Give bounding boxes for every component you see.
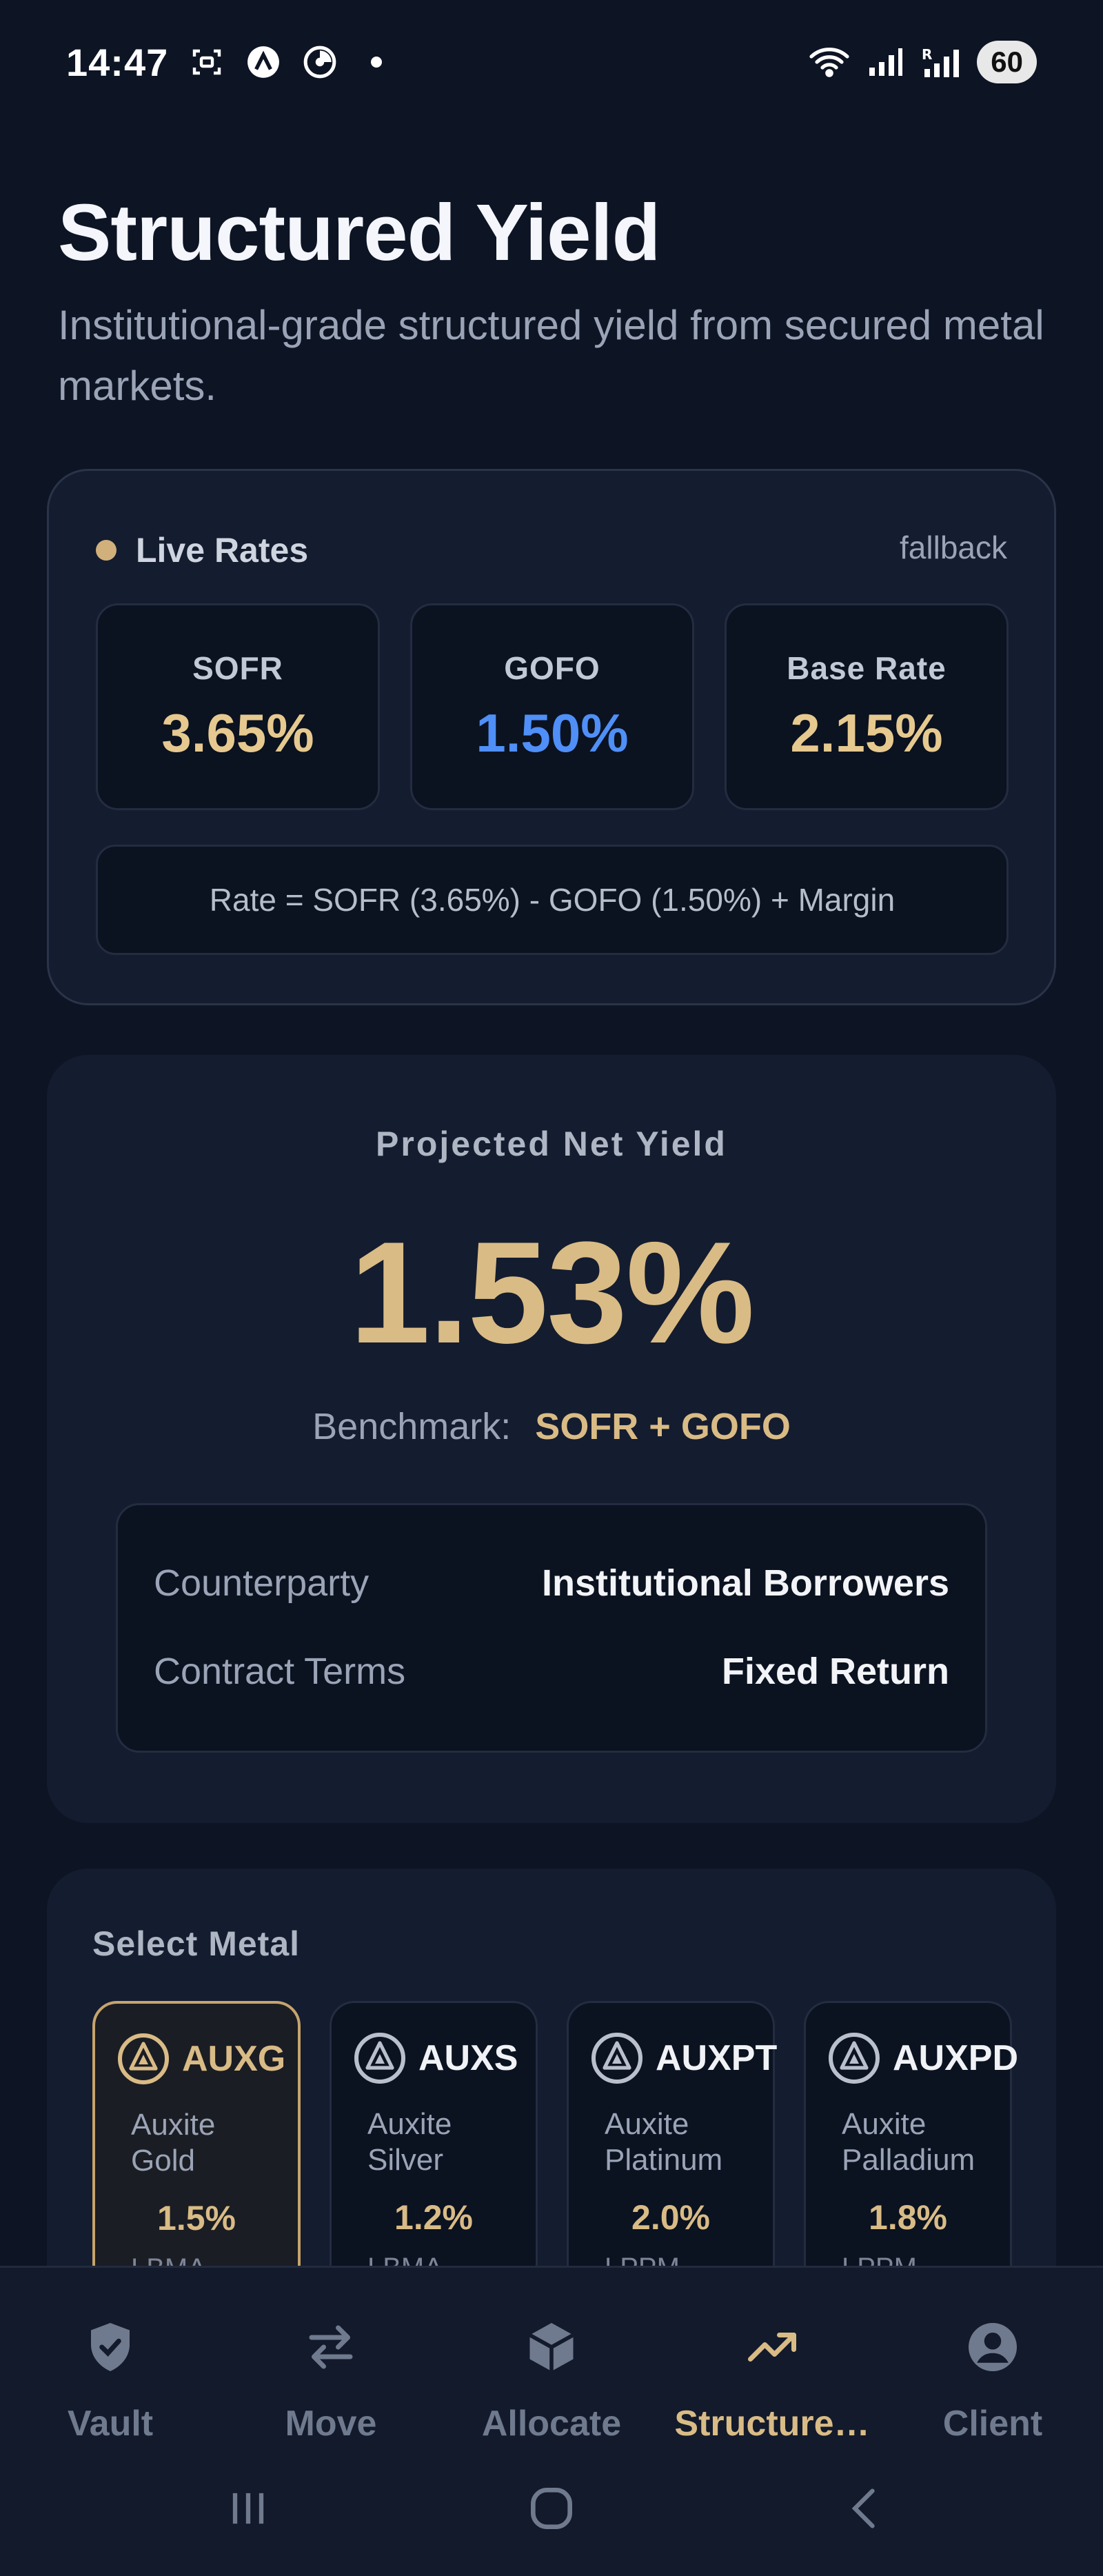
metal-coin-icon: [589, 2031, 645, 2086]
rate-box-gofo: GOFO 1.50%: [410, 603, 694, 810]
detail-row-counterparty: Counterparty Institutional Borrowers: [154, 1562, 949, 1604]
nav-label: Client: [942, 2404, 1043, 2444]
status-right: R 60: [807, 41, 1037, 83]
screenshot-icon: [189, 44, 225, 80]
metal-coin-icon: [827, 2031, 882, 2086]
page-subtitle: Institutional-grade structured yield fro…: [58, 302, 1044, 409]
live-rates-card: Live Rates fallback SOFR 3.65% GOFO 1.50…: [47, 469, 1056, 1005]
status-time: 14:47: [66, 40, 169, 84]
benchmark-label: Benchmark:: [312, 1406, 512, 1447]
recent-apps-icon[interactable]: [207, 2474, 290, 2543]
shield-check-icon: [79, 2316, 141, 2378]
rate-formula: Rate = SOFR (3.65%) - GOFO (1.50%) + Mar…: [96, 845, 1009, 955]
nav-item-move[interactable]: Move: [221, 2316, 441, 2444]
tile-head: AUXPT: [569, 2031, 777, 2086]
metal-symbol: AUXG: [182, 2039, 286, 2079]
wifi-icon: [807, 44, 851, 80]
metal-tile-auxg[interactable]: AUXG Auxite Gold 1.5% LBMA: [92, 2001, 301, 2304]
benchmark-value: SOFR + GOFO: [535, 1406, 791, 1447]
rate-value: 1.50%: [476, 702, 629, 763]
rate-label: SOFR: [192, 650, 283, 686]
tile-head: AUXG: [95, 2031, 298, 2086]
back-icon[interactable]: [824, 2474, 907, 2543]
detail-row-contract-terms: Contract Terms Fixed Return: [154, 1650, 949, 1693]
app-b-icon: [302, 44, 338, 80]
live-status-dot: [96, 540, 117, 561]
svg-text:R: R: [922, 46, 932, 63]
projected-yield-label: Projected Net Yield: [376, 1125, 727, 1163]
detail-value: Fixed Return: [721, 1651, 949, 1692]
rate-box-sofr: SOFR 3.65%: [96, 603, 380, 810]
metal-name: Auxite Palladium: [842, 2107, 975, 2177]
status-bar: 14:47 R 60: [0, 0, 1103, 124]
metal-tile-auxpd[interactable]: AUXPD Auxite Palladium 1.8% LPPM: [804, 2001, 1018, 2304]
metal-coin-icon: [116, 2031, 171, 2086]
nav-label: Vault: [67, 2404, 154, 2444]
metal-symbol: AUXPD: [893, 2038, 1019, 2078]
rate-value: 2.15%: [790, 702, 943, 763]
metal-name: Auxite Gold: [131, 2108, 216, 2177]
nav-item-vault[interactable]: Vault: [0, 2316, 221, 2444]
system-nav-bar: [0, 2474, 1103, 2543]
projected-yield-value: 1.53%: [350, 1211, 754, 1373]
metal-tile-auxs[interactable]: AUXS Auxite Silver 1.2% LBMA: [330, 2001, 538, 2304]
notification-dot-icon: [358, 44, 394, 80]
detail-value: Institutional Borrowers: [541, 1562, 949, 1604]
nav-label: Allocate: [481, 2404, 622, 2444]
metal-rate: 2.0%: [631, 2198, 710, 2237]
benchmark-row: Benchmark: SOFR + GOFO: [47, 1405, 1056, 1448]
rate-value: 3.65%: [161, 702, 314, 763]
metal-symbol: AUXS: [418, 2038, 518, 2078]
metal-coin-icon: [352, 2031, 407, 2086]
metal-symbol: AUXPT: [656, 2038, 778, 2078]
tile-head: AUXS: [332, 2031, 536, 2086]
live-rates-title: Live Rates: [136, 531, 309, 570]
page-title: Structured Yield: [58, 188, 661, 277]
detail-key: Counterparty: [154, 1562, 370, 1604]
metal-rate: 1.2%: [394, 2198, 473, 2237]
swap-arrows-icon: [300, 2316, 362, 2378]
rate-box-base-rate: Base Rate 2.15%: [725, 603, 1009, 810]
live-rates-header: Live Rates: [96, 530, 308, 570]
cube-icon: [520, 2316, 583, 2378]
app-a-icon: [245, 44, 281, 80]
select-metal-title: Select Metal: [92, 1924, 301, 1963]
metal-rate: 1.8%: [869, 2198, 947, 2237]
battery-indicator: 60: [977, 41, 1037, 83]
metal-rate: 1.5%: [157, 2199, 236, 2237]
metal-tile-auxpt[interactable]: AUXPT Auxite Platinum 2.0% LPPM: [567, 2001, 777, 2304]
signal-icon: [867, 44, 905, 80]
nav-label: Move: [285, 2404, 377, 2444]
nav-item-allocate[interactable]: Allocate: [441, 2316, 662, 2444]
yield-details: Counterparty Institutional Borrowers Con…: [116, 1503, 987, 1753]
user-circle-icon: [962, 2316, 1024, 2378]
trending-up-icon: [741, 2316, 803, 2378]
projected-yield-card: Projected Net Yield 1.53% Benchmark: SOF…: [47, 1055, 1056, 1823]
status-left: 14:47: [66, 40, 394, 85]
signal-r-icon: R: [920, 44, 962, 80]
nav-item-structured[interactable]: Structure…: [662, 2316, 882, 2444]
tile-head: AUXPD: [806, 2031, 1018, 2086]
nav-label: Structure…: [674, 2404, 870, 2444]
metal-name: Auxite Silver: [367, 2107, 452, 2177]
rates-source-status: fallback: [900, 530, 1007, 565]
home-icon[interactable]: [510, 2474, 593, 2543]
rate-label: GOFO: [504, 650, 600, 686]
metal-name: Auxite Platinum: [605, 2107, 723, 2177]
nav-item-client[interactable]: Client: [882, 2316, 1103, 2444]
detail-key: Contract Terms: [154, 1651, 406, 1692]
rate-label: Base Rate: [787, 650, 947, 686]
